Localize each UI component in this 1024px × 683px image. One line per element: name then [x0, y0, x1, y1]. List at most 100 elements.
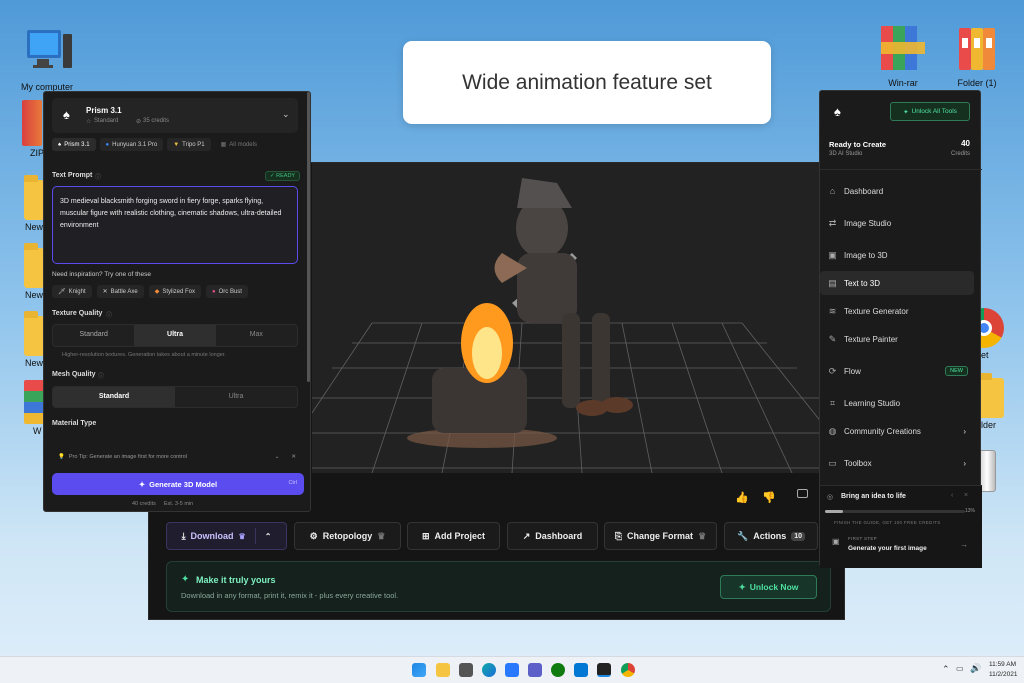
camera-icon[interactable]	[459, 663, 473, 677]
guide-percent: 13%	[965, 508, 976, 514]
prompt-textarea[interactable]: 3D medieval blacksmith forging sword in …	[52, 186, 298, 264]
volume-icon[interactable]: 🔊	[970, 663, 981, 674]
guide-target-icon: ◎	[827, 494, 834, 501]
unlock-now-button[interactable]: ✦ Unlock Now	[720, 575, 817, 599]
dashboard-button[interactable]: ↗ Dashboard	[507, 522, 598, 550]
unlock-all-tools-label: Unlock All Tools	[911, 108, 957, 115]
sidebar-item-toolbox[interactable]: ▭ Toolbox ›	[820, 451, 982, 475]
mesh-standard-option[interactable]: Standard	[53, 387, 175, 407]
sidebar-item-image-studio[interactable]: ⇄ Image Studio	[820, 211, 982, 235]
xbox-icon[interactable]	[551, 663, 565, 677]
chip-prism-label: Prism 3.1	[64, 141, 90, 148]
photos-icon[interactable]	[574, 663, 588, 677]
model-chips: ♠ Prism 3.1 ● Hunyuan 3.1 Pro ▼ Tripo P1 ▦ A…	[52, 138, 263, 151]
actions-button[interactable]: 🔧 Actions 10	[724, 522, 818, 550]
inspiration-stylized-fox[interactable]: ◆ Stylized Fox	[148, 285, 202, 298]
thumbs-up-icon[interactable]: 👍	[735, 491, 749, 504]
taskbar-date[interactable]: 11/2/2021	[989, 671, 1017, 678]
generate-sparkle-icon: ✦	[138, 479, 146, 489]
3d-viewport[interactable]	[311, 163, 847, 474]
app-active-icon[interactable]	[597, 663, 611, 677]
chip-prism[interactable]: ♠ Prism 3.1	[52, 138, 96, 151]
thumbs-down-icon[interactable]: 👎	[762, 491, 776, 504]
tray-chevron-up-icon[interactable]: ⌃	[942, 664, 950, 675]
left-scrollbar[interactable]	[307, 92, 310, 382]
sidebar-item-texture-generator[interactable]: ≋ Texture Generator	[820, 299, 982, 323]
document-icon: ▤	[828, 277, 837, 288]
sidebar-item-dashboard[interactable]: ⌂ Dashboard	[820, 179, 982, 203]
texture-ultra-option[interactable]: Ultra	[134, 325, 216, 346]
network-icon[interactable]: ▭	[956, 664, 964, 673]
nav-community-label: Community Creations	[844, 426, 921, 436]
unlock-sparkle-sidebar-icon: ✦	[903, 108, 909, 116]
nav-flow-label: Flow	[844, 366, 861, 376]
teams-icon[interactable]	[528, 663, 542, 677]
nav-dashboard-label: Dashboard	[844, 186, 884, 196]
external-link-icon: ↗	[522, 530, 531, 541]
chip-tripo-label: Tripo P1	[182, 141, 205, 148]
add-project-button[interactable]: ⊞ Add Project	[407, 522, 500, 550]
taskbar-time[interactable]: 11:59 AM	[989, 661, 1016, 668]
texture-standard-option[interactable]: Standard	[53, 325, 134, 346]
mesh-ultra-option[interactable]: Ultra	[175, 387, 297, 407]
chevron-up-icon[interactable]: ⌃	[265, 532, 272, 541]
chrome-taskbar-icon[interactable]	[621, 663, 635, 677]
guide-prev-icon[interactable]: ‹	[951, 492, 953, 499]
globe-icon: ◍	[828, 425, 837, 436]
comment-icon[interactable]	[797, 489, 808, 498]
generate-shortcut: Ctrl	[288, 480, 297, 486]
chip-tripo[interactable]: ▼ Tripo P1	[167, 138, 211, 151]
dashboard-label: Dashboard	[535, 531, 583, 541]
caption-banner: Wide animation feature set	[403, 41, 771, 124]
chip-all-label: All models	[229, 141, 257, 148]
monitor-icon	[27, 30, 72, 68]
inspiration-chips: 🗡 Knight ✕ Battle Axe ◆ Stylized Fox ● Orc B…	[52, 285, 248, 298]
texture-max-option[interactable]: Max	[216, 325, 297, 346]
download-label: Download	[190, 531, 234, 541]
taskbar: ⌃ ▭ 🔊 11:59 AM 11/2/2021	[0, 656, 1024, 683]
inspiration-knight-label: Knight	[68, 288, 86, 295]
fox-icon: ◆	[154, 289, 160, 295]
chip-hunyuan[interactable]: ● Hunyuan 3.1 Pro	[99, 138, 164, 151]
change-format-button[interactable]: ⎘ Change Format ♛	[604, 522, 717, 550]
inspiration-orc-bust[interactable]: ● Orc Bust	[206, 285, 248, 298]
my-computer-icon[interactable]: My computer	[12, 28, 82, 92]
pro-tip-close-icon[interactable]: ✕	[291, 454, 296, 460]
generate-3d-model-button[interactable]: ✦ Generate 3D Model Ctrl	[52, 473, 304, 495]
home-icon: ⌂	[829, 185, 836, 196]
generate-label: Generate 3D Model	[149, 479, 218, 489]
winrar-icon[interactable]: Win-rar	[868, 22, 938, 88]
chip-all-models[interactable]: ▦ All models	[215, 138, 263, 151]
guide-close-icon[interactable]: ×	[964, 492, 968, 499]
sidebar-item-image-to-3d[interactable]: ▣ Image to 3D	[820, 243, 982, 267]
sidebar-item-flow[interactable]: ⟳ Flow NEW	[820, 359, 982, 383]
binders-icon	[959, 28, 995, 70]
inspiration-fox-label: Stylized Fox	[162, 288, 196, 295]
start-icon[interactable]	[412, 663, 426, 677]
pro-tip-chevron-icon[interactable]: ⌄	[275, 454, 280, 460]
step-arrow-icon[interactable]: →	[960, 540, 968, 549]
ready-badge: ✓ READY	[265, 171, 301, 181]
hunyuan-icon: ●	[105, 141, 110, 148]
folder-1-icon[interactable]: Folder (1)	[942, 22, 1012, 88]
step-title[interactable]: Generate your first image	[848, 545, 927, 552]
winrar-label: Win-rar	[888, 78, 918, 88]
layers-icon: ≋	[828, 305, 837, 316]
retopology-button[interactable]: ⚙ Retopology ♛	[294, 522, 401, 550]
inspiration-knight[interactable]: 🗡 Knight	[52, 285, 92, 298]
sidebar-item-texture-painter[interactable]: ✎ Texture Painter	[820, 327, 982, 351]
tripo-icon: ▼	[173, 141, 180, 148]
sidebar-item-community-creations[interactable]: ◍ Community Creations ›	[820, 419, 982, 443]
graduation-cap-icon: ⌗	[829, 397, 836, 408]
model-selector[interactable]: ♠ Prism 3.1 ☆ Standard ⊘ 35 credits ⌄	[52, 98, 298, 133]
store-icon[interactable]	[505, 663, 519, 677]
sidebar-item-learning-studio[interactable]: ⌗ Learning Studio	[820, 391, 982, 415]
download-button[interactable]: ⤓ Download ♛ ⌃	[166, 522, 287, 550]
unlock-all-tools-button[interactable]: ✦ Unlock All Tools	[890, 102, 970, 121]
sidebar-item-text-to-3d[interactable]: ▤ Text to 3D	[820, 271, 974, 295]
inspiration-battle-axe[interactable]: ✕ Battle Axe	[96, 285, 144, 298]
edge-icon[interactable]	[482, 663, 496, 677]
chevron-down-icon[interactable]: ⌄	[282, 109, 290, 120]
file-explorer-icon[interactable]	[436, 663, 450, 677]
nav-toolbox-label: Toolbox	[844, 458, 872, 468]
